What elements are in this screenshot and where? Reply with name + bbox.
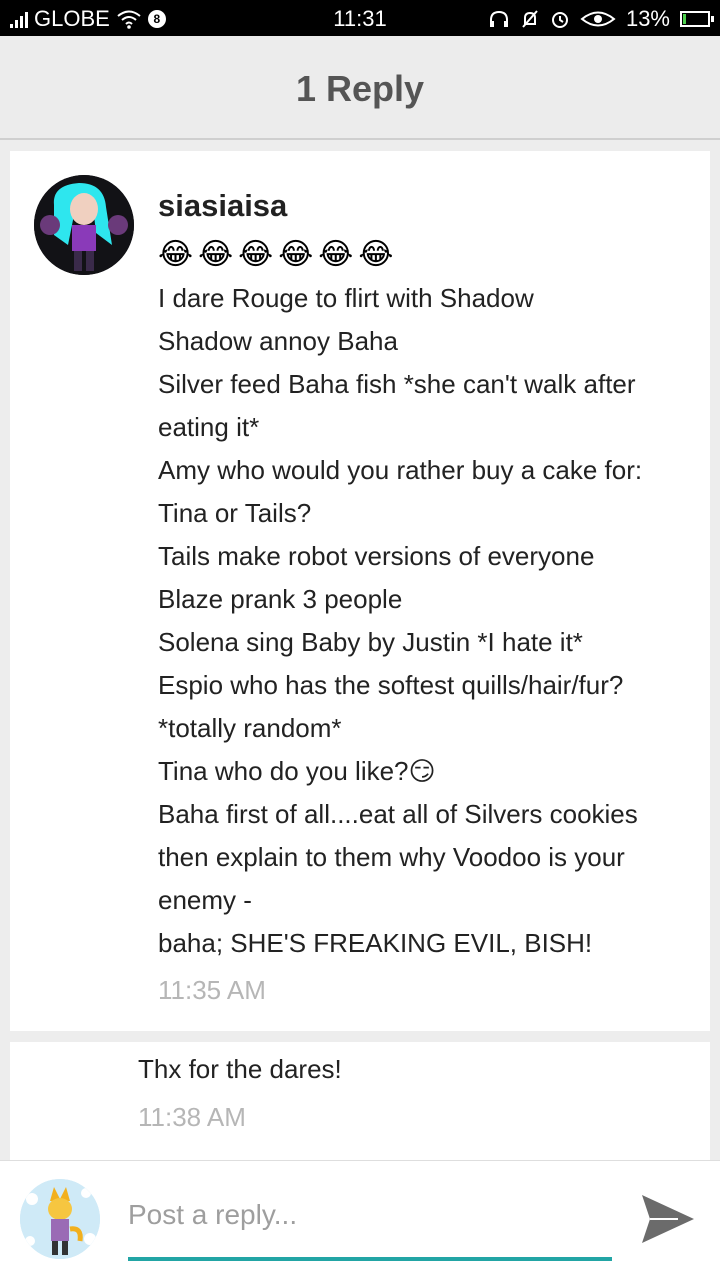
comment-username[interactable]: siasiaisa [158,188,287,224]
comment-line: eating it* [158,412,260,442]
comment-body: I dare Rouge to flirt with Shadow Shadow… [158,277,698,965]
comment-line: Espio who has the softest quills/hair/fu… [158,670,624,700]
reply-timestamp: 11:38 AM [138,1102,246,1132]
emoji: 😂 [158,238,194,271]
comment-line: Tails make robot versions of everyone [158,541,595,571]
comment-line: then explain to them why Voodoo is your [158,842,625,872]
emoji: 😂 [198,238,234,271]
emoji-row: 😂 😂 😂 😂 😂 😂 [158,237,393,272]
emoji: 😂 [278,238,314,271]
battery-percent: 13% [625,6,670,31]
comment-line: I dare Rouge to flirt with Shadow [158,283,534,313]
comment-line: Blaze prank 3 people [158,584,403,614]
comment-line: Tina or Tails? [158,498,312,528]
avatar[interactable] [34,175,134,275]
comment-line: Baha first of all....eat all of Silvers … [158,799,638,829]
mute-icon [522,10,538,28]
reply-text: Thx for the dares! [138,1054,342,1084]
comment-line: *totally random* [158,713,342,743]
alarm-icon [551,12,568,28]
comment-line: Silver feed Baha fish *she can't walk af… [158,369,636,399]
battery-icon [680,11,714,27]
reply-card: Thx for the dares! 11:38 AM [10,1042,710,1160]
reply-input-wrapper [128,1199,612,1261]
status-bar: GLOBE 8 11:31 13% [0,0,720,36]
emoji: 😂 [318,238,354,271]
comment-line: Solena sing Baby by Justin *I hate it* [158,627,583,657]
emoji: 😂 [358,238,394,271]
emoji: 😂 [238,238,274,271]
user-avatar-image [34,175,134,275]
reply-composer [0,1160,720,1280]
reply-input[interactable] [128,1199,612,1231]
comment-card: siasiaisa 😂 😂 😂 😂 😂 😂 I dare Rouge to fl… [10,151,710,1031]
header: 1 Reply [0,36,720,140]
eye-icon [580,11,616,27]
comment-timestamp: 11:35 AM [158,975,266,1005]
my-avatar-image [20,1179,100,1259]
comment-line: enemy - [158,885,252,915]
comment-line: Shadow annoy Baha [158,326,398,356]
send-icon[interactable] [638,1191,698,1247]
comment-line: Amy who would you rather buy a cake for: [158,455,643,485]
comment-line: Tina who do you like?😏 [158,756,436,786]
page-title: 1 Reply [295,68,425,109]
headphones-icon [489,10,508,27]
my-avatar[interactable] [20,1179,100,1259]
comment-line: baha; SHE'S FREAKING EVIL, BISH! [158,928,593,958]
